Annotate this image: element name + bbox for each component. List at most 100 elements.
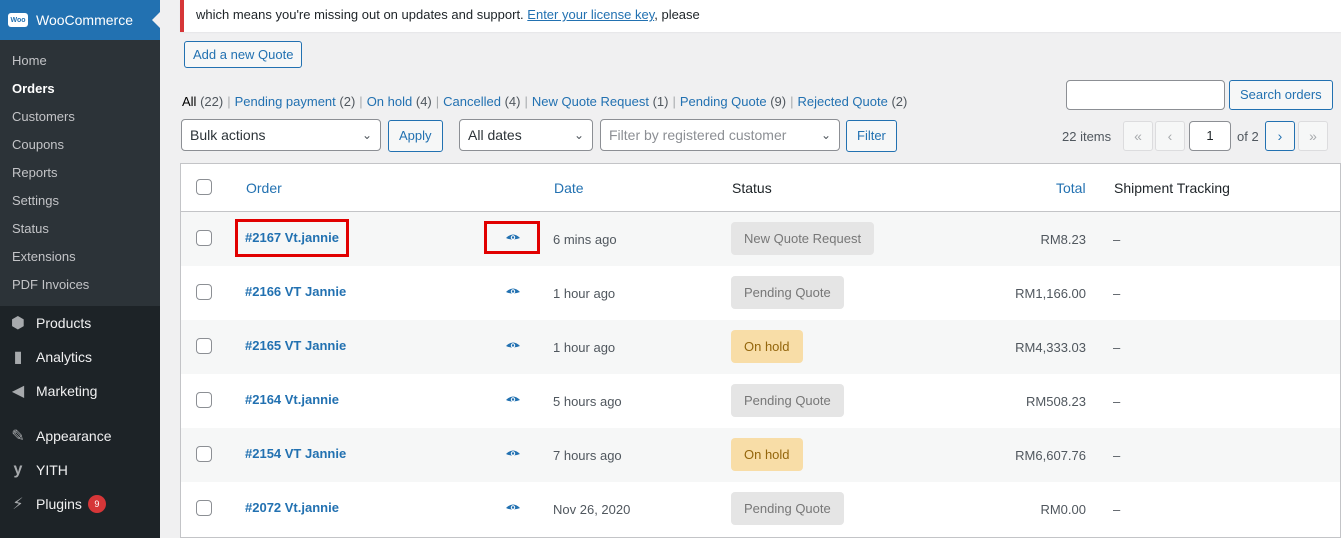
column-order[interactable]: Order <box>246 180 282 196</box>
search-orders-button[interactable]: Search orders <box>1229 80 1333 110</box>
sidebar-item-yith[interactable]: y YITH <box>0 453 160 487</box>
woocommerce-submenu: Home Orders Customers Coupons Reports Se… <box>0 40 160 306</box>
sidebar-item-label: WooCommerce <box>36 12 133 28</box>
preview-eye-icon[interactable] <box>505 339 521 353</box>
search-orders-input[interactable] <box>1066 80 1225 110</box>
notice-text: which means you're missing out on update… <box>196 7 528 22</box>
sidebar-item-marketing[interactable]: ◀ Marketing <box>0 374 160 408</box>
filter-rejected-quote[interactable]: Rejected Quote <box>798 94 888 109</box>
status-badge: New Quote Request <box>731 222 875 255</box>
row-checkbox[interactable] <box>196 284 212 300</box>
preview-eye-icon[interactable] <box>505 285 521 299</box>
shipment-tracking: – <box>1113 502 1121 517</box>
filter-count: (9) <box>770 94 787 109</box>
row-checkbox[interactable] <box>196 230 212 246</box>
add-new-quote-button[interactable]: Add a new Quote <box>184 41 303 68</box>
filter-on-hold[interactable]: On hold <box>367 94 413 109</box>
submenu-item-customers[interactable]: Customers <box>0 103 160 131</box>
submenu-item-settings[interactable]: Settings <box>0 187 160 215</box>
status-badge: On hold <box>731 438 803 471</box>
apply-button[interactable]: Apply <box>388 120 443 152</box>
filter-count: (4) <box>504 94 521 109</box>
submenu-item-pdf-invoices[interactable]: PDF Invoices <box>0 271 160 299</box>
menu-separator <box>0 408 160 419</box>
filter-pending-payment[interactable]: Pending payment <box>235 94 336 109</box>
shipment-tracking: – <box>1113 340 1121 355</box>
order-date: Nov 26, 2020 <box>553 502 631 517</box>
filter-pending-quote[interactable]: Pending Quote <box>680 94 767 109</box>
plugin-icon: ⚡ <box>12 496 24 513</box>
column-status: Status <box>732 180 772 196</box>
column-date[interactable]: Date <box>554 180 584 196</box>
order-total: RM1,166.00 <box>1015 286 1086 301</box>
order-link[interactable]: #2154 VT Jannie <box>245 446 346 461</box>
last-page-button[interactable]: » <box>1298 121 1328 151</box>
submenu-item-extensions[interactable]: Extensions <box>0 243 160 271</box>
preview-eye-icon[interactable] <box>505 501 521 515</box>
order-link[interactable]: #2072 Vt.jannie <box>245 500 339 515</box>
license-key-link[interactable]: Enter your license key <box>527 7 654 22</box>
filter-cancelled[interactable]: Cancelled <box>443 94 501 109</box>
order-link[interactable]: #2165 VT Jannie <box>245 338 346 353</box>
order-total: RM6,607.76 <box>1015 448 1086 463</box>
main-content: which means you're missing out on update… <box>160 0 1341 538</box>
order-link[interactable]: #2164 Vt.jannie <box>245 392 339 407</box>
submenu-item-home[interactable]: Home <box>0 47 160 75</box>
filter-label: On hold <box>366 94 413 109</box>
table-row[interactable]: #2166 VT Jannie 1 hour ago Pending Quote… <box>181 266 1340 320</box>
sidebar-item-label: Analytics <box>36 349 93 365</box>
current-page-input[interactable]: 1 <box>1189 121 1231 151</box>
select-all-checkbox[interactable] <box>196 179 212 195</box>
sidebar-item-woocommerce[interactable]: Woo WooCommerce <box>0 0 160 40</box>
prev-page-button[interactable]: ‹ <box>1155 121 1185 151</box>
preview-eye-icon[interactable] <box>505 447 521 461</box>
row-checkbox[interactable] <box>196 392 212 408</box>
sidebar-item-plugins[interactable]: ⚡ Plugins 9 <box>0 487 160 521</box>
separator: | <box>524 94 528 109</box>
submenu-item-coupons[interactable]: Coupons <box>0 131 160 159</box>
items-count: 22 items <box>1062 129 1112 144</box>
order-date: 1 hour ago <box>553 286 616 301</box>
preview-eye-icon[interactable] <box>505 393 521 407</box>
sidebar-item-label: Appearance <box>36 428 112 444</box>
yith-icon: y <box>13 461 23 478</box>
separator: | <box>790 94 794 109</box>
separator: | <box>227 94 231 109</box>
submenu-item-status[interactable]: Status <box>0 215 160 243</box>
table-row[interactable]: #2072 Vt.jannie Nov 26, 2020 Pending Quo… <box>181 482 1340 536</box>
order-total: RM508.23 <box>1026 394 1086 409</box>
date-filter-select[interactable]: All dates ⌄ <box>459 119 593 151</box>
order-link[interactable]: #2166 VT Jannie <box>245 284 346 299</box>
first-page-button[interactable]: « <box>1123 121 1153 151</box>
table-row[interactable]: #2165 VT Jannie 1 hour ago On hold RM4,3… <box>181 320 1340 374</box>
filter-label: Pending payment <box>234 94 336 109</box>
next-page-button[interactable]: › <box>1265 121 1295 151</box>
total-pages: of 2 <box>1237 129 1259 144</box>
filter-all[interactable]: All (22) <box>182 94 223 109</box>
table-row[interactable]: #2164 Vt.jannie 5 hours ago Pending Quot… <box>181 374 1340 428</box>
table-row[interactable]: #2167 Vt.jannie 6 mins ago New Quote Req… <box>181 212 1340 266</box>
table-row[interactable]: #2154 VT Jannie 7 hours ago On hold RM6,… <box>181 428 1340 482</box>
sidebar-item-products[interactable]: ⬢ Products <box>0 306 160 340</box>
row-checkbox[interactable] <box>196 500 212 516</box>
filter-label: Pending Quote <box>679 94 767 109</box>
customer-filter-select[interactable]: Filter by registered customer ⌄ <box>600 119 840 151</box>
column-total[interactable]: Total <box>1056 180 1086 196</box>
bulk-actions-select[interactable]: Bulk actions ⌄ <box>181 119 381 151</box>
submenu-item-reports[interactable]: Reports <box>0 159 160 187</box>
status-badge: On hold <box>731 330 803 363</box>
submenu-item-orders[interactable]: Orders <box>0 75 160 103</box>
order-total: RM4,333.03 <box>1015 340 1086 355</box>
row-checkbox[interactable] <box>196 338 212 354</box>
row-checkbox[interactable] <box>196 446 212 462</box>
order-total: RM8.23 <box>1040 232 1086 247</box>
sidebar-item-analytics[interactable]: ▮ Analytics <box>0 340 160 374</box>
paintbrush-icon: ✎ <box>11 428 25 445</box>
sidebar-item-appearance[interactable]: ✎ Appearance <box>0 419 160 453</box>
filter-new-quote-request[interactable]: New Quote Request <box>532 94 649 109</box>
chevron-down-icon: ⌄ <box>573 128 584 142</box>
status-badge: Pending Quote <box>731 276 844 309</box>
filter-label: All <box>182 94 197 109</box>
filter-button[interactable]: Filter <box>846 120 897 152</box>
select-value: All dates <box>468 127 522 143</box>
